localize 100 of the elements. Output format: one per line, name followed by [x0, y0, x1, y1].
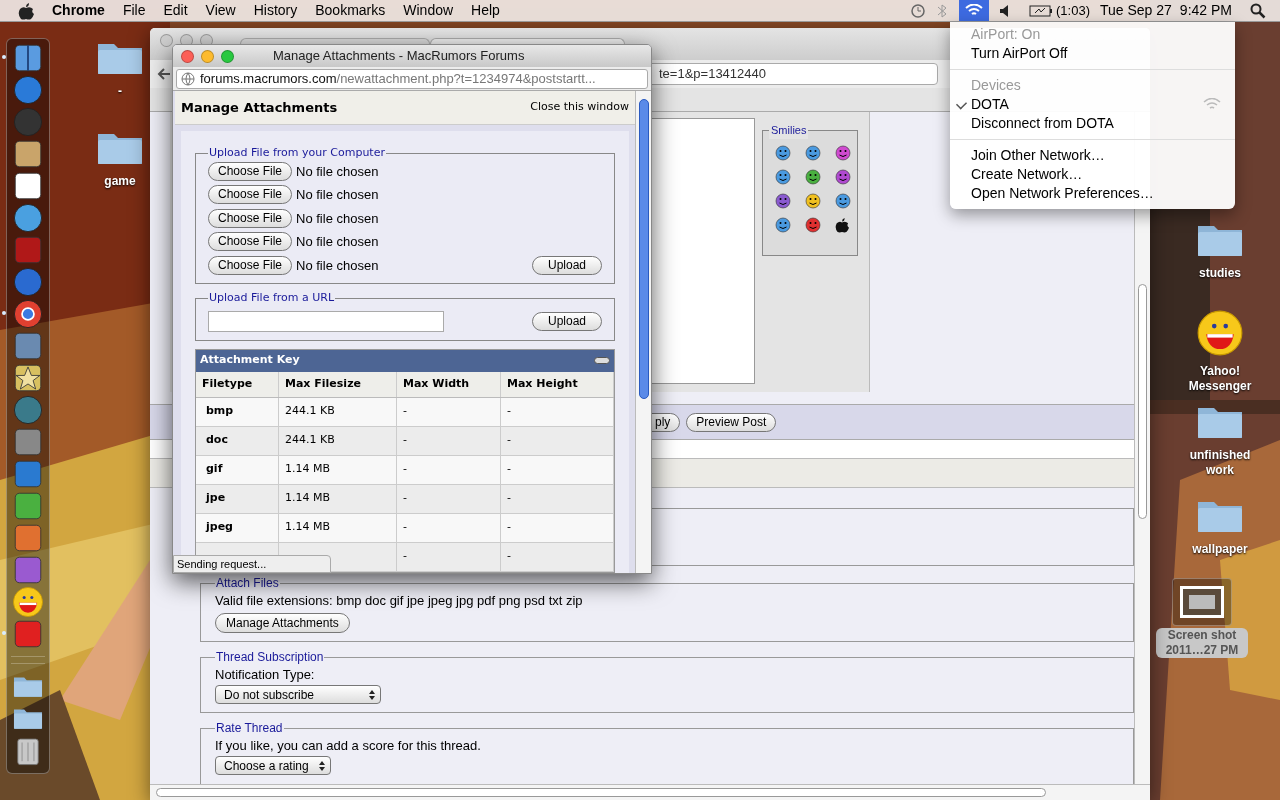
- smiley-icon[interactable]: [805, 145, 821, 161]
- vertical-scrollbar[interactable]: [635, 91, 651, 573]
- menu-item[interactable]: Disconnect from DOTA: [950, 114, 1235, 133]
- close-button[interactable]: [181, 49, 194, 63]
- choose-file-button[interactable]: Choose File: [208, 232, 293, 252]
- menu-item[interactable]: Bookmarks: [315, 0, 386, 21]
- table-cell: -: [507, 519, 511, 536]
- manage-attachments-button[interactable]: Manage Attachments: [215, 613, 350, 633]
- menu-clock[interactable]: 9:42 PM: [1179, 0, 1232, 21]
- choose-file-button[interactable]: Choose File: [208, 185, 293, 205]
- choose-file-button[interactable]: Choose File: [208, 161, 293, 181]
- section-legend: Rate Thread: [215, 719, 284, 737]
- table-cell: 244.1 KB: [285, 403, 335, 420]
- table-cell: -: [403, 519, 407, 536]
- clock-icon[interactable]: [909, 2, 927, 19]
- table-cell: -: [403, 461, 407, 478]
- table-cell: 244.1 KB: [285, 432, 335, 449]
- app-icon[interactable]: [12, 170, 44, 201]
- network-item[interactable]: DOTA: [950, 95, 1235, 114]
- file-status: No file chosen: [296, 209, 379, 228]
- menu-item[interactable]: Create Network…: [950, 165, 1235, 184]
- preview-button[interactable]: Preview Post: [686, 412, 777, 432]
- desktop-icon-label[interactable]: Screen shot 2011…27 PM: [1156, 628, 1248, 658]
- desktop-icon-label[interactable]: wallpaper: [1192, 542, 1248, 557]
- file-status: No file chosen: [296, 162, 379, 181]
- wifi-signal-icon: [1203, 97, 1221, 112]
- column-header: Max Height: [501, 371, 614, 397]
- menu-item[interactable]: History: [253, 0, 298, 21]
- battery-icon[interactable]: [1029, 3, 1053, 18]
- address-bar[interactable]: forums.macrumors.com/newattachment.php?t=1234974&poststartt...: [176, 68, 648, 89]
- menu-date[interactable]: Tue Sep 27: [1100, 0, 1172, 21]
- extensions-text: Valid file extensions: bmp doc gif jpe jpeg jpg pdf png psd txt zip: [215, 592, 584, 610]
- column-header: Filetype: [196, 371, 279, 397]
- desktop-icon-frame[interactable]: [1172, 578, 1232, 626]
- horizontal-scrollbar[interactable]: [150, 784, 1150, 800]
- smiley-icon[interactable]: [805, 193, 821, 209]
- upload-button[interactable]: Upload: [532, 311, 602, 331]
- menu-item[interactable]: Edit: [163, 0, 188, 21]
- table-cell: -: [403, 432, 407, 449]
- desktop-icon-label[interactable]: Yahoo! Messenger: [1181, 364, 1259, 394]
- smiley-icon[interactable]: [775, 145, 791, 161]
- file-status: No file chosen: [296, 233, 379, 251]
- wifi-menu-extra[interactable]: [959, 0, 989, 21]
- zoom-button[interactable]: [221, 49, 234, 63]
- table-cell: 1.14 MB: [285, 519, 331, 536]
- table-cell: 1.14 MB: [285, 461, 331, 478]
- menu-item[interactable]: Turn AirPort Off: [950, 44, 1235, 63]
- table-cell: -: [507, 403, 511, 420]
- smiley-icon[interactable]: [835, 193, 851, 209]
- select-dropdown[interactable]: Choose a rating: [215, 756, 331, 775]
- smiley-icon[interactable]: [775, 193, 791, 209]
- desktop-icon-label[interactable]: game: [104, 174, 136, 189]
- section-legend: Thread Subscription: [215, 648, 325, 666]
- close-window-link[interactable]: Close this window: [530, 99, 629, 116]
- select-dropdown[interactable]: Do not subscribe: [215, 685, 381, 704]
- collapse-button[interactable]: [594, 357, 610, 364]
- smiley-icon[interactable]: [835, 145, 851, 161]
- url-input-field[interactable]: [208, 310, 444, 332]
- popup-heading: Manage Attachments: [181, 98, 338, 117]
- app-icon[interactable]: [12, 362, 44, 393]
- folder-icon: [12, 675, 44, 698]
- column-header: Max Width: [397, 371, 501, 397]
- table-cell: 1.14 MB: [285, 490, 331, 507]
- table-cell: -: [507, 461, 511, 478]
- app-icon[interactable]: [12, 298, 44, 329]
- menu-item[interactable]: Window: [403, 0, 454, 21]
- menu-item[interactable]: Open Network Preferences…: [950, 184, 1235, 203]
- globe-icon: [181, 71, 195, 86]
- desktop-icon-label[interactable]: unfinished work: [1181, 448, 1259, 478]
- smiley-icon[interactable]: [775, 169, 791, 185]
- file-status: No file chosen: [296, 256, 379, 275]
- column-header: Max Filesize: [279, 371, 397, 397]
- table-cell: jpe: [206, 490, 226, 507]
- menu-item[interactable]: Join Other Network…: [950, 146, 1235, 165]
- back-arrow-icon[interactable]: [156, 66, 172, 82]
- stepper-arrows-icon: [318, 759, 326, 772]
- menu-item[interactable]: File: [122, 0, 146, 21]
- smiley-icon[interactable]: [805, 169, 821, 185]
- table-cell: -: [403, 403, 407, 420]
- menu-header: Devices: [970, 76, 1022, 95]
- apple-logo-icon[interactable]: [18, 1, 34, 20]
- upload-button[interactable]: Upload: [532, 255, 602, 275]
- choose-file-button[interactable]: Choose File: [208, 208, 293, 228]
- choose-file-button[interactable]: Choose File: [208, 255, 293, 275]
- smiley-icon: [1197, 310, 1243, 356]
- smiley-icon[interactable]: [775, 217, 791, 233]
- status-bubble: Sending request...: [173, 555, 331, 573]
- menu-item[interactable]: View: [205, 0, 236, 21]
- desktop-icon-label[interactable]: studies: [1199, 266, 1241, 281]
- screenshot-thumbnail-icon: [1179, 585, 1225, 619]
- app-menu[interactable]: Chrome: [52, 0, 105, 21]
- search-icon[interactable]: [1250, 2, 1266, 19]
- table-cell: -: [507, 490, 511, 507]
- app-icon[interactable]: [12, 138, 44, 169]
- smiley-icon[interactable]: [835, 169, 851, 185]
- apple-logo-icon[interactable]: [835, 217, 849, 233]
- battery-time[interactable]: (1:03): [1056, 0, 1090, 21]
- menu-item[interactable]: Help: [471, 0, 500, 21]
- app-icon: [12, 586, 44, 617]
- smiley-icon[interactable]: [805, 217, 821, 233]
